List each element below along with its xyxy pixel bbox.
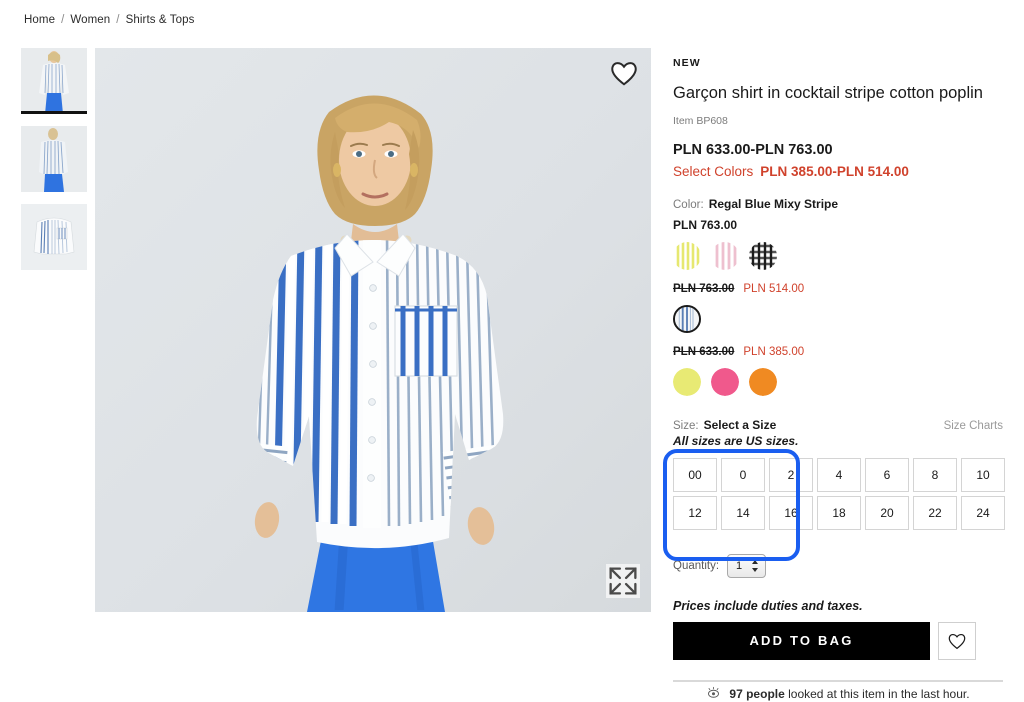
size-option-8[interactable]: 8 [913, 457, 957, 492]
hero-product-photo [95, 48, 651, 612]
size-option-6[interactable]: 6 [865, 457, 909, 492]
swatch-group-full-price [673, 241, 1003, 270]
quantity-value: 1 [736, 559, 743, 572]
selected-size-value: Select a Size [703, 417, 777, 432]
size-option-24[interactable]: 24 [961, 495, 1005, 530]
size-option-0[interactable]: 0 [721, 457, 765, 492]
selected-color-name: Regal Blue Mixy Stripe [708, 196, 839, 211]
quantity-stepper[interactable]: 1 [727, 553, 767, 578]
swatch-solid-orange[interactable] [749, 367, 777, 396]
quantity-label: Quantity: [673, 559, 720, 572]
sale-group-385-prices: PLN 633.00 PLN 385.00 [673, 346, 1003, 358]
swatch-solid-yellow[interactable] [673, 367, 701, 396]
expand-image-button[interactable] [606, 564, 640, 598]
product-info-panel: NEW Garçon shirt in cocktail stripe cott… [663, 48, 1005, 702]
thumbnail-list [21, 48, 87, 270]
swatch-pink-stripe[interactable] [711, 241, 739, 270]
select-colors-label: Select Colors [673, 163, 754, 179]
expand-icon [609, 567, 637, 595]
new-badge: NEW [673, 57, 701, 69]
size-option-20[interactable]: 20 [865, 495, 909, 530]
size-label: Size: [673, 419, 699, 432]
swatch-black-gingham-icon [749, 241, 777, 270]
size-option-18[interactable]: 18 [817, 495, 861, 530]
heart-icon [948, 633, 966, 649]
thumb-front-model-image [21, 48, 87, 114]
discount-price-385: PLN 385.00 [743, 345, 805, 358]
original-price-633: PLN 633.00 [673, 345, 735, 358]
size-header: Size: Select a Size Size Charts [673, 418, 1003, 432]
size-option-12[interactable]: 12 [673, 495, 717, 530]
hero-wishlist-button[interactable] [609, 58, 639, 88]
swatch-group-sale-514 [673, 304, 1003, 333]
add-to-bag-button[interactable]: ADD TO BAG [673, 621, 930, 660]
hero-image[interactable] [95, 48, 651, 612]
swatch-pink-stripe-icon [711, 241, 739, 270]
sale-price-row: Select Colors PLN 385.00-PLN 514.00 [673, 164, 1003, 179]
swatch-regal-blue-mixy-stripe-icon [675, 306, 699, 331]
size-option-4[interactable]: 4 [817, 457, 861, 492]
product-detail-page: Home / Women / Shirts & Tops NEW Garçon … [0, 0, 1024, 702]
up-down-arrows-icon [751, 559, 759, 573]
swatch-regal-blue-mixy-stripe[interactable] [673, 304, 701, 333]
breadcrumb-separator: / [61, 14, 65, 26]
original-price-763: PLN 763.00 [673, 282, 735, 295]
size-option-16[interactable]: 16 [769, 495, 813, 530]
size-option-22[interactable]: 22 [913, 495, 957, 530]
size-grid: 00 0 2 4 6 8 10 12 14 16 18 20 22 24 [673, 457, 1005, 530]
breadcrumb-item-shirts-tops[interactable]: Shirts & Tops [126, 14, 195, 26]
size-option-14[interactable]: 14 [721, 495, 765, 530]
size-note: All sizes are US sizes. [673, 433, 799, 448]
swatch-solid-yellow-icon [673, 367, 701, 396]
swatch-yellow-stripe[interactable] [673, 241, 701, 270]
breadcrumb-item-women[interactable]: Women [70, 14, 110, 26]
item-number: Item BP608 [673, 114, 728, 127]
social-proof: 97 people looked at this item in the las… [673, 686, 1003, 702]
size-charts-link[interactable]: Size Charts [944, 420, 1003, 432]
swatch-black-gingham[interactable] [749, 241, 777, 270]
breadcrumb-separator: / [116, 14, 120, 26]
duties-note: Prices include duties and taxes. [673, 598, 863, 613]
viewer-count: 97 people [729, 686, 785, 701]
purchase-row: ADD TO BAG [673, 621, 1003, 660]
thumbnail-flat-lay[interactable] [21, 204, 87, 270]
thumbnail-back-model[interactable] [21, 126, 87, 192]
swatch-solid-orange-icon [749, 367, 777, 396]
sale-price-range: PLN 385.00-PLN 514.00 [760, 163, 909, 179]
quantity-row: Quantity: 1 [673, 553, 1003, 578]
discount-price-514: PLN 514.00 [743, 282, 805, 295]
swatch-group-sale-385 [673, 367, 1003, 396]
size-option-00[interactable]: 00 [673, 457, 717, 492]
color-label-row: Color: Regal Blue Mixy Stripe [673, 197, 1003, 211]
swatch-yellow-stripe-icon [673, 241, 701, 270]
selected-color-price: PLN 763.00 [673, 217, 738, 232]
size-option-10[interactable]: 10 [961, 457, 1005, 492]
price-range: PLN 633.00-PLN 763.00 [673, 141, 833, 158]
page-title: Garçon shirt in cocktail stripe cotton p… [673, 84, 983, 102]
size-option-2[interactable]: 2 [769, 457, 813, 492]
color-label: Color: [673, 198, 704, 211]
thumb-flat-lay-image [21, 204, 87, 270]
breadcrumb: Home / Women / Shirts & Tops [24, 14, 194, 26]
viewer-text: looked at this item in the last hour. [784, 686, 970, 701]
swatch-solid-pink[interactable] [711, 367, 739, 396]
eye-icon [706, 686, 721, 702]
thumb-back-model-image [21, 126, 87, 192]
breadcrumb-item-home[interactable]: Home [24, 14, 55, 26]
thumbnail-front-model[interactable] [21, 48, 87, 114]
swatch-solid-pink-icon [711, 367, 739, 396]
wishlist-button[interactable] [938, 621, 976, 660]
sale-group-514-prices: PLN 763.00 PLN 514.00 [673, 283, 1003, 295]
section-divider [673, 680, 1003, 682]
